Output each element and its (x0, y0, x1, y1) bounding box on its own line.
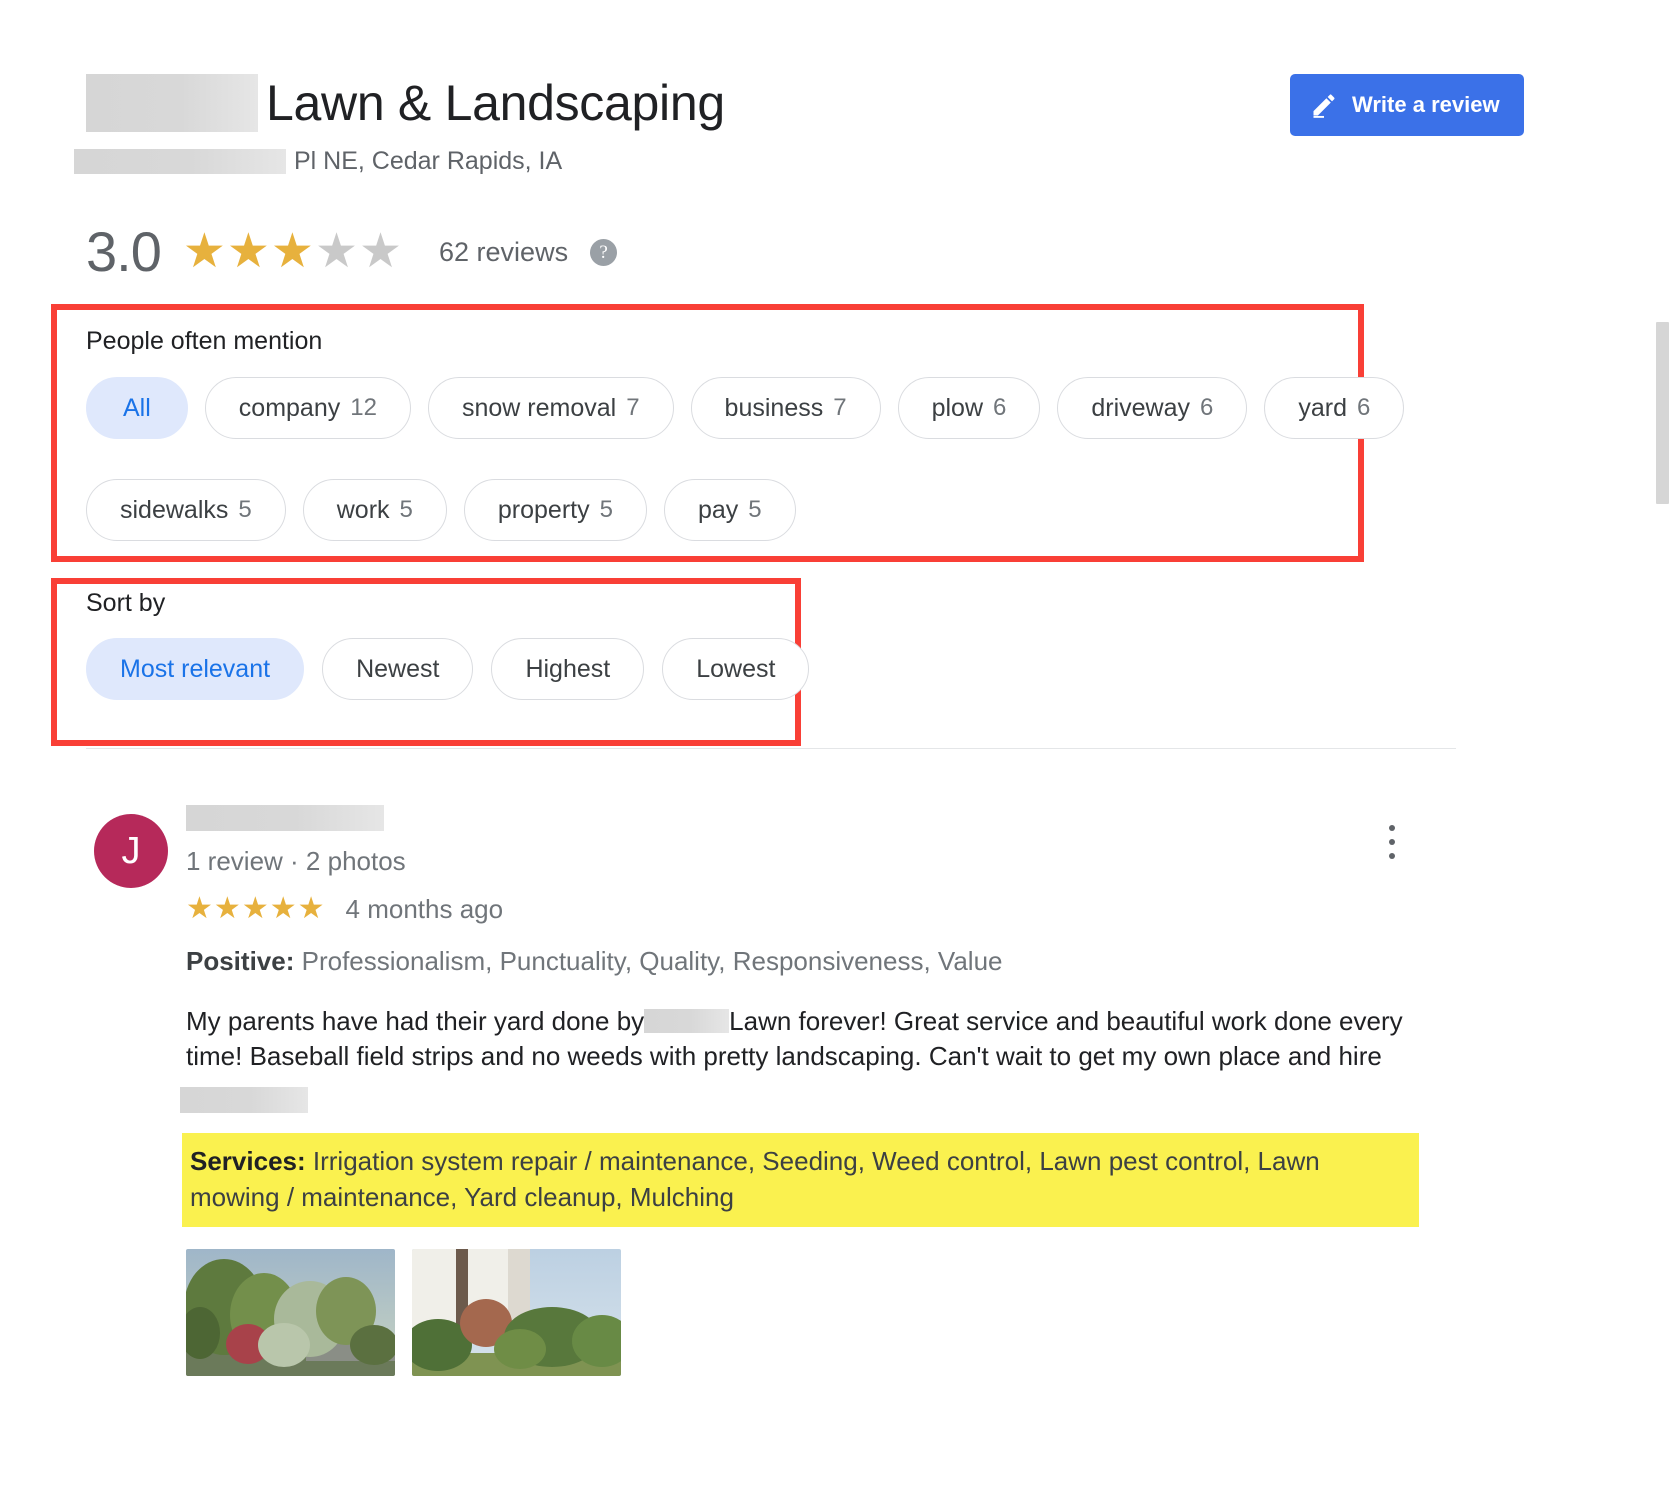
help-question-icon[interactable]: ? (590, 238, 618, 266)
mention-chip-label: sidewalks (120, 495, 229, 524)
review-stars: ★★★★★ (186, 892, 326, 926)
write-review-label: Write a review (1352, 92, 1500, 117)
mention-chip-property[interactable]: property 5 (463, 479, 647, 541)
services-values: Irrigation system repair / maintenance, … (190, 1146, 1320, 1212)
pencil-icon (1313, 94, 1335, 118)
mention-chip-sidewalks[interactable]: sidewalks 5 (86, 479, 286, 541)
section-divider (86, 748, 1456, 749)
kebab-dot (1389, 853, 1395, 859)
positive-label: Positive: (186, 946, 295, 976)
review-date: 4 months ago (345, 893, 504, 924)
avatar: J (94, 814, 168, 888)
mention-chip-label: pay (697, 495, 739, 524)
mention-chip-count: 5 (748, 496, 762, 523)
star-icon-5: ★ (297, 892, 326, 925)
mention-chip-count: 5 (238, 496, 252, 523)
star-icon-3: ★ (241, 892, 270, 925)
rating-stars: ★ ★ ★ ★ ★ (183, 228, 403, 276)
kebab-dot (1389, 825, 1395, 831)
mention-chip-row-2: sidewalks 5 work 5 property 5 pay 5 (86, 479, 796, 541)
services-label: Services: (190, 1146, 306, 1176)
mention-chip-count: 6 (1200, 394, 1214, 421)
positive-values: Professionalism, Punctuality, Quality, R… (301, 946, 1003, 976)
sort-by-options: Most relevant Newest Highest Lowest (86, 638, 810, 700)
sort-option-highest[interactable]: Highest (491, 638, 645, 700)
review-photo-1[interactable] (186, 1249, 395, 1376)
redacted-business-mention (644, 1009, 730, 1033)
business-header: Lawn & Landscaping Pl NE, Cedar Rapids, … (0, 0, 1671, 200)
mention-chip-driveway[interactable]: driveway 6 (1057, 377, 1248, 439)
mention-chip-label: property (497, 495, 590, 524)
star-icon-4: ★ (269, 892, 298, 925)
review-photo-2[interactable] (412, 1249, 621, 1376)
scrollbar-track[interactable] (1654, 0, 1671, 1499)
mention-chip-count: 6 (993, 394, 1007, 421)
star-icon-1: ★ (186, 892, 214, 925)
mention-chip-label: business (724, 393, 824, 422)
kebab-menu-icon[interactable] (1379, 822, 1405, 862)
mention-chip-count: 12 (350, 394, 377, 421)
mention-chip-label: driveway (1091, 393, 1191, 422)
mention-chip-label: plow (931, 393, 983, 422)
business-address: Pl NE, Cedar Rapids, IA (294, 147, 563, 175)
page-title: Lawn & Landscaping (266, 75, 725, 131)
redacted-reviewer-name (186, 805, 384, 831)
review-rating-row: ★★★★★ 4 months ago (186, 892, 503, 926)
star-icon-5: ★ (358, 225, 404, 278)
redacted-business-mention-2 (180, 1087, 308, 1113)
mention-chip-count: 7 (626, 394, 640, 421)
mention-chip-business[interactable]: business 7 (690, 377, 881, 439)
mention-chip-all[interactable]: All (86, 377, 188, 439)
review-text-part-1: My parents have had their yard done by (186, 1006, 645, 1036)
reviewer-stats: 1 review · 2 photos (186, 846, 406, 876)
review-positive-attributes: Positive: Professionalism, Punctuality, … (186, 944, 1003, 978)
sort-option-label: Highest (525, 654, 611, 683)
mention-chip-count: 5 (399, 496, 413, 523)
star-icon-3: ★ (270, 225, 315, 278)
review-photos (186, 1249, 621, 1376)
redacted-address-prefix (74, 148, 286, 174)
mention-chip-count: 6 (1357, 394, 1371, 421)
mention-chip-label: yard (1298, 393, 1348, 422)
sort-option-label: Most relevant (120, 654, 271, 683)
business-title-row: Lawn & Landscaping (86, 74, 725, 132)
write-review-button[interactable]: Write a review (1290, 74, 1524, 136)
mention-chip-pay[interactable]: pay 5 (663, 479, 796, 541)
mention-chip-company[interactable]: company 12 (204, 377, 411, 439)
sort-option-newest[interactable]: Newest (322, 638, 474, 700)
kebab-dot (1389, 839, 1395, 845)
review-count-label: 62 reviews (439, 236, 569, 267)
review-services: Services: Irrigation system repair / mai… (182, 1133, 1419, 1227)
star-icon-2: ★ (226, 225, 271, 278)
mention-chip-label: company (238, 393, 341, 422)
sort-option-label: Newest (356, 654, 440, 683)
redacted-business-name (86, 74, 258, 132)
sort-by-label: Sort by (86, 589, 166, 617)
sort-option-most-relevant[interactable]: Most relevant (86, 638, 305, 700)
mention-chip-label: All (123, 393, 151, 422)
sort-option-label: Lowest (696, 654, 776, 683)
star-icon-2: ★ (213, 892, 242, 925)
mention-chip-plow[interactable]: plow 6 (897, 377, 1041, 439)
rating-summary: 3.0 ★ ★ ★ ★ ★ 62 reviews ? (86, 220, 618, 283)
review-text: My parents have had their yard done by La… (186, 1004, 1466, 1074)
mention-chip-row-1: All company 12 snow removal 7 business 7… (86, 377, 1405, 439)
sort-option-lowest[interactable]: Lowest (662, 638, 810, 700)
star-icon-4: ★ (314, 225, 359, 278)
scrollbar-thumb[interactable] (1656, 322, 1669, 504)
mention-chip-work[interactable]: work 5 (302, 479, 447, 541)
mention-chip-snow-removal[interactable]: snow removal 7 (427, 377, 674, 439)
business-address-row: Pl NE, Cedar Rapids, IA (74, 146, 562, 176)
rating-score: 3.0 (86, 220, 162, 283)
mention-chip-count: 5 (599, 496, 613, 523)
mention-chip-label: snow removal (461, 393, 617, 422)
mention-chip-count: 7 (833, 394, 847, 421)
mention-chip-label: work (336, 495, 390, 524)
mention-chip-yard[interactable]: yard 6 (1264, 377, 1405, 439)
people-often-mention-label: People often mention (86, 327, 323, 355)
star-icon-1: ★ (182, 225, 227, 278)
